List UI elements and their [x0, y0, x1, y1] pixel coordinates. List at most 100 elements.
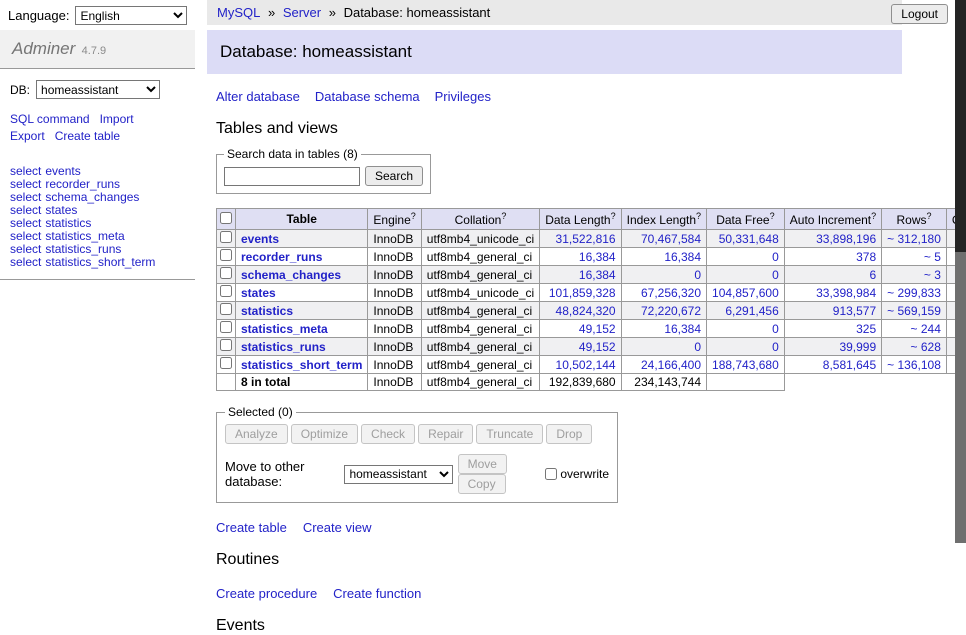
sidebar-link[interactable]: Create table: [55, 129, 120, 143]
rows-value-link[interactable]: ~ 569,159: [887, 304, 941, 318]
row-checkbox[interactable]: [220, 267, 232, 279]
auto-increment-value-link[interactable]: 33,398,984: [816, 286, 876, 300]
bulk-optimize-button[interactable]: Optimize: [291, 424, 358, 444]
table-name-link[interactable]: statistics_short_term: [241, 358, 362, 372]
bulk-check-button[interactable]: Check: [361, 424, 415, 444]
sidebar-select-link[interactable]: select: [10, 242, 41, 256]
db-action-link[interactable]: Database schema: [315, 89, 420, 104]
sidebar-link[interactable]: Export: [10, 129, 45, 143]
rows-value-link[interactable]: ~ 299,833: [887, 286, 941, 300]
row-checkbox[interactable]: [220, 249, 232, 261]
overwrite-checkbox[interactable]: [545, 468, 557, 480]
sidebar-table-link[interactable]: statistics_meta: [45, 229, 124, 243]
sidebar-table-link[interactable]: events: [45, 164, 80, 178]
sidebar-table-link[interactable]: statistics: [45, 216, 91, 230]
auto-increment-value-link[interactable]: 913,577: [833, 304, 876, 318]
column-help-link[interactable]: ?: [501, 211, 506, 221]
sidebar-select-link[interactable]: select: [10, 164, 41, 178]
row-checkbox[interactable]: [220, 357, 232, 369]
search-button[interactable]: Search: [365, 166, 423, 186]
bulk-analyze-button[interactable]: Analyze: [225, 424, 288, 444]
auto-increment-value-link[interactable]: 378: [856, 250, 876, 264]
move-copy-button[interactable]: Copy: [458, 474, 506, 494]
table-name-link[interactable]: events: [241, 232, 279, 246]
sidebar-link[interactable]: Import: [100, 112, 134, 126]
table-name-link[interactable]: statistics_meta: [241, 322, 328, 336]
column-help-link[interactable]: ?: [611, 211, 616, 221]
rows-value-link[interactable]: ~ 628: [911, 340, 941, 354]
index-length-value-link[interactable]: 16,384: [664, 250, 701, 264]
sidebar-select-link[interactable]: select: [10, 255, 41, 269]
column-help-link[interactable]: ?: [411, 211, 416, 221]
bulk-truncate-button[interactable]: Truncate: [476, 424, 543, 444]
index-length-value-link[interactable]: 70,467,584: [641, 232, 701, 246]
adminer-logo-link[interactable]: Adminer: [12, 39, 75, 58]
footer-link[interactable]: Create table: [216, 520, 287, 535]
routine-link[interactable]: Create function: [333, 586, 421, 601]
sidebar-table-link[interactable]: statistics_runs: [45, 242, 121, 256]
sidebar-select-link[interactable]: select: [10, 203, 41, 217]
data-free-value-link[interactable]: 0: [772, 268, 779, 282]
auto-increment-value-link[interactable]: 6: [869, 268, 876, 282]
sidebar-select-link[interactable]: select: [10, 190, 41, 204]
scrollbar[interactable]: [955, 0, 966, 543]
column-help-link[interactable]: ?: [871, 211, 876, 221]
data-free-value-link[interactable]: 50,331,648: [719, 232, 779, 246]
data-free-value-link[interactable]: 0: [772, 250, 779, 264]
sidebar-link[interactable]: SQL command: [10, 112, 90, 126]
index-length-value-link[interactable]: 16,384: [664, 322, 701, 336]
data-length-value-link[interactable]: 101,859,328: [549, 286, 616, 300]
column-help-link[interactable]: ?: [696, 211, 701, 221]
row-checkbox[interactable]: [220, 303, 232, 315]
rows-value-link[interactable]: ~ 136,108: [887, 358, 941, 372]
table-name-link[interactable]: statistics: [241, 304, 293, 318]
row-checkbox[interactable]: [220, 285, 232, 297]
language-select[interactable]: English: [75, 6, 187, 25]
rows-value-link[interactable]: ~ 5: [924, 250, 941, 264]
breadcrumb-link[interactable]: MySQL: [217, 5, 260, 20]
data-free-value-link[interactable]: 104,857,600: [712, 286, 779, 300]
sidebar-table-link[interactable]: recorder_runs: [45, 177, 120, 191]
row-checkbox[interactable]: [220, 339, 232, 351]
data-length-value-link[interactable]: 10,502,144: [556, 358, 616, 372]
move-move-button[interactable]: Move: [458, 454, 507, 474]
scrollbar-thumb[interactable]: [955, 0, 966, 252]
rows-value-link[interactable]: ~ 244: [911, 322, 941, 336]
auto-increment-value-link[interactable]: 325: [856, 322, 876, 336]
sidebar-table-link[interactable]: states: [45, 203, 77, 217]
sidebar-select-link[interactable]: select: [10, 216, 41, 230]
db-select[interactable]: homeassistant: [36, 80, 160, 99]
logout-button[interactable]: Logout: [891, 4, 948, 24]
data-length-value-link[interactable]: 49,152: [579, 322, 616, 336]
sidebar-select-link[interactable]: select: [10, 177, 41, 191]
row-checkbox[interactable]: [220, 231, 232, 243]
data-free-value-link[interactable]: 0: [772, 322, 779, 336]
routine-link[interactable]: Create procedure: [216, 586, 317, 601]
data-length-value-link[interactable]: 16,384: [579, 250, 616, 264]
table-name-link[interactable]: states: [241, 286, 276, 300]
sidebar-select-link[interactable]: select: [10, 229, 41, 243]
index-length-value-link[interactable]: 0: [694, 268, 701, 282]
bulk-drop-button[interactable]: Drop: [546, 424, 592, 444]
data-length-value-link[interactable]: 16,384: [579, 268, 616, 282]
rows-value-link[interactable]: ~ 312,180: [887, 232, 941, 246]
index-length-value-link[interactable]: 67,256,320: [641, 286, 701, 300]
table-name-link[interactable]: schema_changes: [241, 268, 341, 282]
rows-value-link[interactable]: ~ 3: [924, 268, 941, 282]
table-name-link[interactable]: recorder_runs: [241, 250, 322, 264]
bulk-repair-button[interactable]: Repair: [418, 424, 473, 444]
data-length-value-link[interactable]: 49,152: [579, 340, 616, 354]
move-db-select[interactable]: homeassistant: [344, 465, 452, 484]
search-input[interactable]: [224, 167, 360, 186]
index-length-value-link[interactable]: 72,220,672: [641, 304, 701, 318]
auto-increment-value-link[interactable]: 33,898,196: [816, 232, 876, 246]
select-all-checkbox[interactable]: [220, 212, 232, 224]
data-free-value-link[interactable]: 0: [772, 340, 779, 354]
data-length-value-link[interactable]: 48,824,320: [556, 304, 616, 318]
overwrite-option[interactable]: overwrite: [545, 467, 609, 481]
db-action-link[interactable]: Privileges: [435, 89, 491, 104]
auto-increment-value-link[interactable]: 39,999: [839, 340, 876, 354]
sidebar-table-link[interactable]: statistics_short_term: [45, 255, 155, 269]
auto-increment-value-link[interactable]: 8,581,645: [823, 358, 876, 372]
db-action-link[interactable]: Alter database: [216, 89, 300, 104]
